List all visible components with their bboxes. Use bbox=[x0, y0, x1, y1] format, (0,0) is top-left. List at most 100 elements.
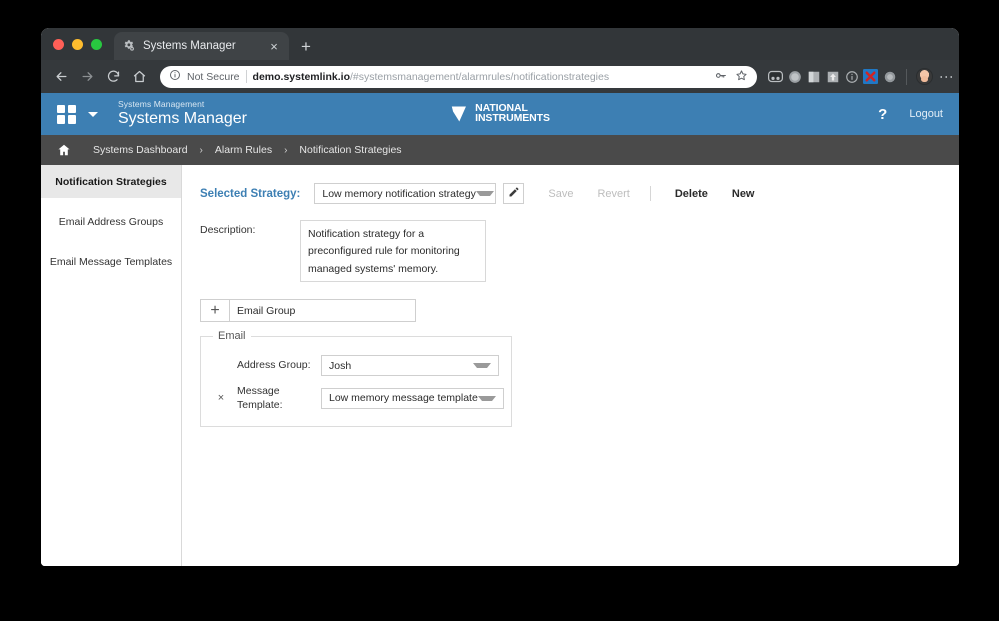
new-button[interactable]: New bbox=[732, 188, 755, 200]
bookmark-icon[interactable] bbox=[806, 69, 821, 84]
info-circle-icon[interactable] bbox=[169, 68, 181, 86]
strategy-toolbar: Selected Strategy: Low memory notificati… bbox=[200, 183, 959, 204]
app-header: Systems Management Systems Manager NATIO… bbox=[41, 93, 959, 135]
message-template-row: × Message Template: Low memory message t… bbox=[213, 384, 504, 412]
url-domain: demo.systemlink.io bbox=[252, 70, 350, 83]
address-group-select[interactable]: Josh bbox=[321, 355, 499, 376]
ni-logo-text: NATIONAL INSTRUMENTS bbox=[475, 103, 550, 124]
chevron-down-icon bbox=[475, 191, 494, 196]
bookmark-star-icon[interactable] bbox=[735, 69, 748, 85]
chevron-down-icon bbox=[473, 363, 491, 368]
apps-grid-icon[interactable] bbox=[57, 104, 76, 124]
email-section-legend: Email bbox=[213, 330, 251, 342]
circle-icon[interactable] bbox=[787, 69, 802, 84]
selected-strategy-label: Selected Strategy: bbox=[200, 187, 301, 200]
breadcrumb-item-systems-dashboard[interactable]: Systems Dashboard bbox=[93, 144, 188, 156]
notification-type-value: Email Group bbox=[237, 304, 296, 317]
back-button[interactable] bbox=[49, 65, 73, 89]
ni-eagle-icon bbox=[450, 104, 470, 124]
breadcrumb: Systems Dashboard › Alarm Rules › Notifi… bbox=[41, 135, 959, 165]
address-group-row: Address Group: Josh bbox=[213, 355, 499, 376]
save-button[interactable]: Save bbox=[548, 188, 573, 200]
browser-tab-strip: Systems Manager × + bbox=[41, 28, 959, 60]
toolbar-divider bbox=[649, 186, 651, 201]
suite-name: Systems Management bbox=[118, 99, 205, 110]
goggles-icon[interactable] bbox=[768, 69, 783, 84]
app-title-block: Systems Management Systems Manager bbox=[118, 99, 247, 128]
omnibox-divider bbox=[245, 70, 247, 83]
description-row: Description: Notification strategy for a… bbox=[200, 220, 959, 282]
new-tab-button[interactable]: + bbox=[301, 38, 311, 55]
x-mark-icon[interactable] bbox=[863, 69, 878, 84]
security-status: Not Secure bbox=[187, 70, 240, 83]
browser-window: Systems Manager × + Not Secure demo.syst… bbox=[41, 28, 959, 566]
toolbar-divider bbox=[906, 68, 907, 85]
breadcrumb-item-alarm-rules[interactable]: Alarm Rules bbox=[215, 144, 272, 156]
home-icon[interactable] bbox=[57, 143, 71, 157]
strategy-select-value: Low memory notification strategy bbox=[322, 187, 476, 200]
description-label: Description: bbox=[200, 224, 256, 236]
info-circle-ext-icon[interactable] bbox=[844, 69, 859, 84]
reload-button[interactable] bbox=[101, 65, 125, 89]
close-window-button[interactable] bbox=[53, 38, 64, 50]
arrow-up-icon[interactable] bbox=[825, 69, 840, 84]
extensions-tray: ⋮ bbox=[766, 68, 955, 85]
browser-tab[interactable]: Systems Manager × bbox=[114, 32, 289, 60]
disc-icon[interactable] bbox=[882, 69, 897, 84]
chevron-right-icon-2: › bbox=[284, 144, 288, 156]
logout-button[interactable]: Logout bbox=[909, 108, 943, 120]
message-template-label: Message Template: bbox=[237, 385, 283, 412]
minimize-window-button[interactable] bbox=[72, 38, 83, 50]
help-icon[interactable]: ? bbox=[878, 106, 887, 123]
page-content: Systems Management Systems Manager NATIO… bbox=[41, 93, 959, 566]
pencil-icon bbox=[508, 185, 520, 203]
maximize-window-button[interactable] bbox=[91, 38, 102, 50]
email-section: Email Address Group: Josh × Message Temp… bbox=[200, 330, 512, 428]
description-textarea[interactable]: Notification strategy for a preconfigure… bbox=[300, 220, 486, 282]
notification-type-select[interactable]: Email Group bbox=[230, 300, 415, 321]
message-template-select[interactable]: Low memory message template bbox=[321, 387, 504, 409]
tab-title: Systems Manager bbox=[143, 40, 236, 52]
window-controls bbox=[53, 28, 114, 60]
content-split: Notification Strategies Email Address Gr… bbox=[41, 165, 959, 566]
ni-logo-line2: INSTRUMENTS bbox=[475, 112, 550, 124]
chevron-down-icon[interactable] bbox=[88, 111, 98, 117]
close-tab-button[interactable]: × bbox=[267, 40, 281, 53]
message-template-value: Low memory message template bbox=[329, 392, 478, 405]
profile-avatar[interactable] bbox=[916, 68, 933, 85]
cog-icon bbox=[122, 39, 136, 53]
sidebar-item-label: Notification Strategies bbox=[55, 175, 167, 188]
chevron-right-icon: › bbox=[199, 144, 203, 156]
page-title: Systems Manager bbox=[118, 110, 247, 128]
sidebar-item-email-address-groups[interactable]: Email Address Groups bbox=[41, 205, 181, 238]
strategy-select[interactable]: Low memory notification strategy bbox=[314, 183, 497, 204]
sidebar-item-notification-strategies[interactable]: Notification Strategies bbox=[41, 165, 181, 198]
sidebar-item-label: Email Address Groups bbox=[58, 215, 164, 228]
url-path: /#systemsmanagement/alarmrules/notificat… bbox=[349, 70, 610, 83]
sidebar: Notification Strategies Email Address Gr… bbox=[41, 165, 182, 566]
url-text: demo.systemlink.io/#systemsmanagement/al… bbox=[253, 71, 706, 83]
delete-button[interactable]: Delete bbox=[675, 188, 708, 200]
add-notification-row: + Email Group bbox=[200, 299, 416, 322]
revert-button[interactable]: Revert bbox=[597, 188, 629, 200]
edit-strategy-button[interactable] bbox=[503, 183, 525, 204]
key-icon[interactable] bbox=[714, 69, 727, 85]
forward-button[interactable] bbox=[75, 65, 99, 89]
add-button[interactable]: + bbox=[201, 300, 230, 321]
remove-email-button[interactable]: × bbox=[213, 392, 229, 404]
browser-toolbar: Not Secure demo.systemlink.io/#systemsma… bbox=[41, 60, 959, 93]
address-bar[interactable]: Not Secure demo.systemlink.io/#systemsma… bbox=[160, 65, 757, 88]
sidebar-item-label: Email Message Templates bbox=[49, 255, 173, 268]
breadcrumb-item-notification-strategies: Notification Strategies bbox=[299, 144, 402, 156]
sidebar-item-email-message-templates[interactable]: Email Message Templates bbox=[41, 245, 181, 278]
address-group-label: Address Group: bbox=[237, 359, 311, 372]
address-group-value: Josh bbox=[329, 359, 352, 372]
chevron-down-icon bbox=[477, 395, 496, 401]
national-instruments-logo: NATIONAL INSTRUMENTS bbox=[450, 103, 550, 124]
kebab-menu-icon[interactable]: ⋮ bbox=[937, 70, 955, 84]
main-panel: Selected Strategy: Low memory notificati… bbox=[182, 165, 959, 566]
home-button[interactable] bbox=[127, 65, 151, 89]
header-actions: ? Logout bbox=[878, 106, 943, 123]
